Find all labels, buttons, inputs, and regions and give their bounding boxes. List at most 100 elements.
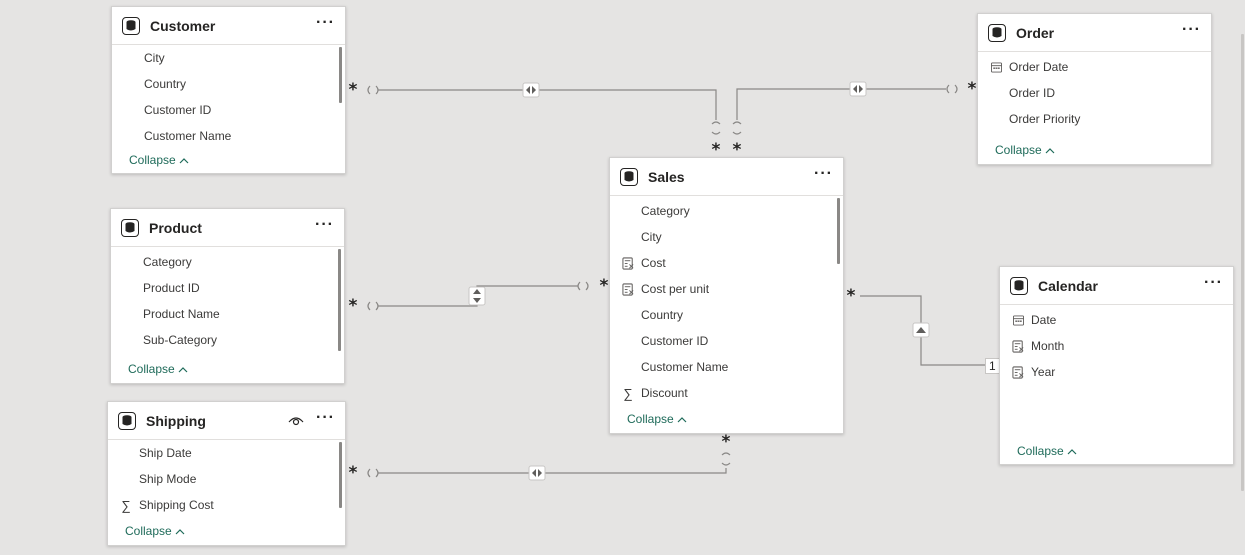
- table-header[interactable]: Calendar ···: [1000, 267, 1233, 305]
- table-icon: [122, 16, 140, 35]
- collapse-label: Collapse: [129, 153, 176, 167]
- field-label: Cost: [641, 256, 666, 270]
- table-header[interactable]: Shipping ···: [108, 402, 345, 440]
- eye-icon[interactable]: [288, 415, 304, 427]
- field-item[interactable]: Year: [1000, 359, 1233, 385]
- table-card-product[interactable]: Product ··· Category Product ID Product …: [110, 208, 345, 384]
- field-item[interactable]: Product Name: [111, 301, 344, 327]
- relationship-shipping-sales: [378, 468, 727, 474]
- calculated-column-icon: [1011, 365, 1025, 379]
- collapse-link[interactable]: Collapse: [128, 362, 188, 376]
- table-title: Shipping: [146, 412, 206, 429]
- field-item[interactable]: Country: [610, 302, 843, 328]
- scrollbar[interactable]: [339, 442, 342, 508]
- field-item[interactable]: Order ID: [978, 80, 1211, 106]
- field-list[interactable]: Order Date Order ID Order Priority: [978, 52, 1211, 134]
- field-label: Customer Name: [641, 360, 729, 374]
- table-icon: [118, 411, 136, 430]
- scrollbar[interactable]: [837, 198, 840, 264]
- field-label: Ship Date: [139, 446, 192, 460]
- field-label: Order Date: [1009, 60, 1069, 74]
- field-item[interactable]: Customer Name: [112, 123, 345, 147]
- field-item[interactable]: Date: [1000, 307, 1233, 333]
- field-item[interactable]: Category: [610, 198, 843, 224]
- field-item[interactable]: Cost per unit: [610, 276, 843, 302]
- field-list[interactable]: City Country Customer ID Customer Name: [112, 45, 345, 147]
- field-item[interactable]: Month: [1000, 333, 1233, 359]
- sigma-icon: ∑: [121, 497, 131, 513]
- table-icon: [620, 167, 638, 186]
- bidirectional-badge: [528, 465, 546, 481]
- field-item[interactable]: Category: [111, 249, 344, 275]
- table-title: Order: [1016, 24, 1055, 41]
- field-label: Ship Mode: [139, 472, 197, 486]
- collapse-link[interactable]: Collapse: [1017, 444, 1077, 458]
- field-item[interactable]: Customer ID: [112, 97, 345, 123]
- field-item[interactable]: ∑ Discount: [610, 380, 843, 406]
- field-label: Order ID: [1009, 86, 1056, 100]
- table-card-customer[interactable]: Customer ··· City Country Customer ID Cu…: [111, 6, 346, 174]
- scrollbar[interactable]: [339, 47, 342, 103]
- canvas-scrollbar[interactable]: [1241, 34, 1244, 491]
- chevron-up-icon: [677, 416, 687, 422]
- chevron-up-icon: [1067, 448, 1077, 454]
- table-title: Calendar: [1038, 277, 1098, 294]
- table-header[interactable]: Product ···: [111, 209, 344, 247]
- chevron-up-icon: [178, 366, 188, 372]
- field-item[interactable]: Ship Date: [108, 440, 345, 466]
- many-cardinality-marker: *: [348, 463, 358, 483]
- field-item[interactable]: Cost: [610, 250, 843, 276]
- field-item[interactable]: Ship Mode: [108, 466, 345, 492]
- table-icon: [988, 23, 1006, 42]
- table-card-order[interactable]: Order ··· Order Date Order ID Order Prio…: [977, 13, 1212, 165]
- field-list[interactable]: Ship Date Ship Mode ∑ Shipping Cost: [108, 440, 345, 520]
- more-options-button[interactable]: ···: [316, 409, 335, 429]
- field-list[interactable]: Date Month Year: [1000, 305, 1233, 437]
- collapse-label: Collapse: [1017, 444, 1064, 458]
- field-label: Discount: [641, 386, 688, 400]
- more-options-button[interactable]: ···: [1204, 274, 1223, 294]
- field-item[interactable]: Sub-Category: [111, 327, 344, 353]
- field-item[interactable]: Customer ID: [610, 328, 843, 354]
- relationship-order-sales: [736, 88, 946, 120]
- collapse-link[interactable]: Collapse: [995, 143, 1055, 157]
- field-item[interactable]: Product ID: [111, 275, 344, 301]
- collapse-link[interactable]: Collapse: [125, 524, 185, 538]
- field-label: Shipping Cost: [139, 498, 214, 512]
- field-item[interactable]: City: [112, 45, 345, 71]
- scrollbar[interactable]: [338, 249, 341, 351]
- more-options-button[interactable]: ···: [1182, 21, 1201, 41]
- table-title: Customer: [150, 17, 216, 34]
- chevron-up-icon: [175, 528, 185, 534]
- table-icon: [121, 218, 139, 237]
- table-header[interactable]: Customer ···: [112, 7, 345, 45]
- chevron-up-icon: [1045, 147, 1055, 153]
- field-label: Customer ID: [641, 334, 709, 348]
- field-item[interactable]: ∑ Shipping Cost: [108, 492, 345, 518]
- collapse-label: Collapse: [128, 362, 175, 376]
- field-item[interactable]: City: [610, 224, 843, 250]
- more-options-button[interactable]: ···: [316, 14, 335, 34]
- collapse-link[interactable]: Collapse: [129, 153, 189, 167]
- more-options-button[interactable]: ···: [814, 165, 833, 185]
- table-card-calendar[interactable]: Calendar ··· Date Month Year Collapse: [999, 266, 1234, 465]
- table-header[interactable]: Sales ···: [610, 158, 843, 196]
- collapse-link[interactable]: Collapse: [627, 412, 687, 426]
- table-header[interactable]: Order ···: [978, 14, 1211, 52]
- field-list[interactable]: Category Product ID Product Name Sub-Cat…: [111, 247, 344, 355]
- table-card-shipping[interactable]: Shipping ··· Ship Date Ship Mode ∑ Shipp…: [107, 401, 346, 546]
- field-item[interactable]: Customer Name: [610, 354, 843, 380]
- chevron-up-icon: [179, 157, 189, 163]
- field-item[interactable]: Order Date: [978, 54, 1211, 80]
- field-item[interactable]: Order Priority: [978, 106, 1211, 132]
- field-label: City: [641, 230, 662, 244]
- more-options-button[interactable]: ···: [315, 216, 334, 236]
- collapse-label: Collapse: [995, 143, 1042, 157]
- table-card-sales[interactable]: Sales ··· Category City Cost Cost per un…: [609, 157, 844, 434]
- many-cardinality-marker: *: [721, 432, 731, 452]
- field-list[interactable]: Category City Cost Cost per unit Country…: [610, 196, 843, 408]
- many-cardinality-marker: *: [846, 286, 856, 306]
- field-label: Date: [1031, 313, 1057, 327]
- field-label: Month: [1031, 339, 1065, 353]
- field-item[interactable]: Country: [112, 71, 345, 97]
